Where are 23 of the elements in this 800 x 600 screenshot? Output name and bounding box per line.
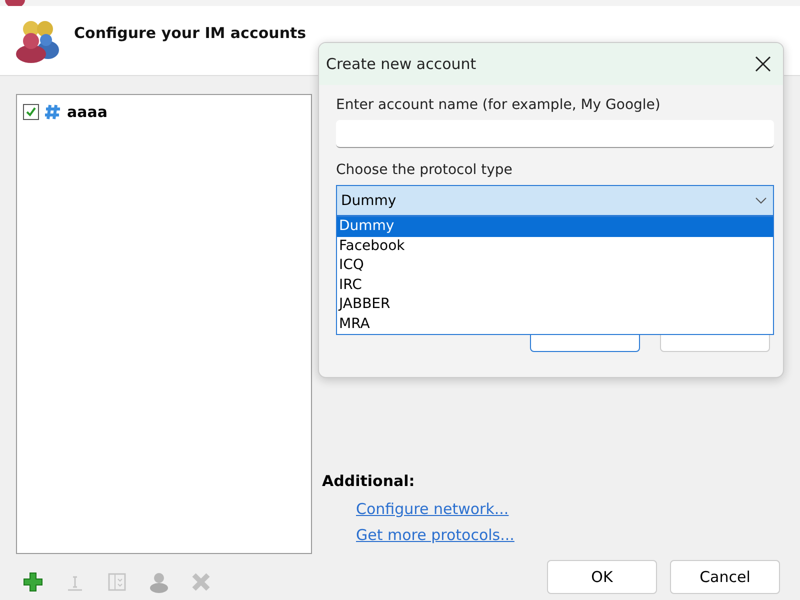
dropdown-option[interactable]: JABBER [337, 295, 773, 314]
field-label: Enter account name (for example, My Google) [336, 97, 662, 113]
account-name-field[interactable] [336, 120, 774, 148]
account-checkbox[interactable] [23, 104, 39, 120]
add-icon[interactable] [22, 571, 44, 593]
dropdown-option[interactable]: Facebook [337, 236, 773, 256]
protocol-dropdown[interactable]: Dummy [336, 185, 774, 216]
field-label: Choose the protocol type [336, 162, 514, 178]
account-name[interactable]: aaaa [67, 103, 108, 121]
link[interactable]: Configure network... [356, 500, 509, 518]
dialog-button[interactable]: OK [547, 560, 657, 594]
close-icon[interactable] [755, 56, 771, 72]
chevron-icon [755, 196, 767, 204]
dropdown-option[interactable]: MRA [337, 314, 773, 334]
dropdown-option[interactable]: Dummy [337, 217, 773, 236]
dialog-title: Create new account [326, 55, 476, 73]
dialog-button[interactable]: Cancel [670, 560, 780, 594]
protocol-icon [44, 103, 62, 121]
dropdown-option[interactable]: IRC [337, 276, 773, 295]
link[interactable]: Get more protocols... [356, 526, 514, 544]
dropdown-option[interactable]: ICQ [337, 256, 773, 276]
additional-heading: Additional: [322, 472, 416, 490]
header-title: Configure your IM accounts [74, 24, 306, 42]
